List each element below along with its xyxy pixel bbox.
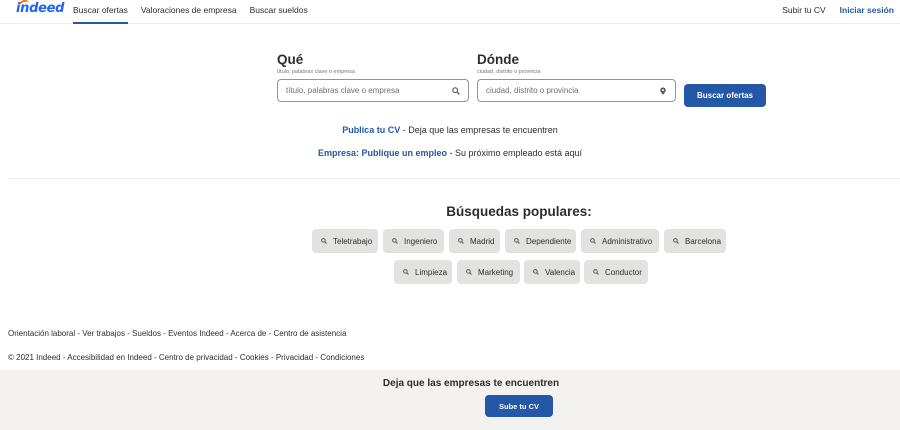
search-jobs-button[interactable]: Buscar ofertas [684, 84, 766, 107]
employer-promo-text: - Su próximo empleado está aquí [446, 148, 583, 158]
chip-label: Conductor [605, 267, 642, 277]
popular-searches-title: Búsquedas populares: [446, 204, 592, 219]
nav-buscar-sueldos[interactable]: Buscar sueldos [250, 0, 308, 24]
popular-chip-teletrabajo[interactable]: Teletrabajo [312, 229, 378, 253]
header-right: Subir tu CV Iniciar sesión [768, 0, 894, 20]
where-title: Dónde [477, 52, 519, 67]
signin-link[interactable]: Iniciar sesión [840, 0, 894, 20]
popular-chip-ingeniero[interactable]: Ingeniero [383, 229, 444, 253]
popular-chip-madrid[interactable]: Madrid [449, 229, 500, 253]
search-icon [466, 269, 472, 275]
nav-valoraciones-empresa[interactable]: Valoraciones de empresa [141, 0, 237, 24]
search-icon [593, 269, 599, 275]
popular-chip-barcelona[interactable]: Barcelona [664, 229, 726, 253]
search-icon [392, 238, 398, 244]
where-input-wrapper [477, 79, 676, 102]
search-icon [533, 269, 539, 275]
popular-chip-administrativo[interactable]: Administrativo [581, 229, 659, 253]
chip-label: Teletrabajo [333, 236, 373, 246]
popular-chip-dependiente[interactable]: Dependiente [505, 229, 576, 253]
where-input[interactable] [478, 80, 675, 101]
indeed-logo[interactable]: indeed [16, 0, 64, 16]
footer-links-primary[interactable]: Orientación laboral - Ver trabajos - Sue… [8, 329, 346, 338]
top-header: indeed Buscar ofertas Valoraciones de em… [0, 0, 900, 24]
post-job-link[interactable]: Empresa: Publique un empleo [318, 148, 447, 158]
nav-buscar-ofertas[interactable]: Buscar ofertas [73, 0, 128, 24]
where-search-block: Dónde ciudad, distrito o provincia [477, 52, 676, 102]
chip-label: Marketing [478, 267, 514, 277]
what-subtitle: título, palabras clave o empresa [277, 69, 355, 75]
location-pin-icon [660, 87, 666, 95]
search-icon [590, 238, 596, 244]
chip-label: Valencia [545, 267, 576, 277]
chip-label: Barcelona [685, 236, 722, 246]
chip-label: Dependiente [526, 236, 572, 246]
search-icon [673, 238, 679, 244]
popular-chip-conductor[interactable]: Conductor [584, 260, 648, 284]
chip-label: Madrid [470, 236, 495, 246]
cta-title: Deja que las empresas te encuentren [382, 378, 560, 389]
search-icon [452, 87, 460, 95]
cv-promo-text: - Deja que las empresas te encuentren [400, 125, 558, 135]
search-icon [321, 238, 327, 244]
section-divider [8, 178, 900, 179]
where-subtitle: ciudad, distrito o provincia [477, 69, 541, 75]
popular-chip-marketing[interactable]: Marketing [457, 260, 520, 284]
what-search-block: Qué título, palabras clave o empresa [277, 52, 469, 102]
what-input-wrapper [277, 79, 469, 102]
chip-label: Administrativo [602, 236, 653, 246]
chip-label: Ingeniero [404, 236, 438, 246]
main-nav: Buscar ofertas Valoraciones de empresa B… [73, 0, 321, 24]
footer-links-legal[interactable]: © 2021 Indeed - Accesibilidad en Indeed … [8, 353, 364, 362]
employer-promo: Empresa: Publique un empleo - Su próximo… [0, 148, 900, 158]
what-input[interactable] [278, 80, 468, 101]
search-icon [514, 238, 520, 244]
publish-cv-link[interactable]: Publica tu CV [342, 125, 400, 135]
upload-cv-link[interactable]: Subir tu CV [782, 0, 825, 20]
what-title: Qué [277, 52, 304, 67]
chip-label: Limpieza [415, 267, 448, 277]
cv-promo: Publica tu CV - Deja que las empresas te… [0, 125, 900, 135]
search-icon [458, 238, 464, 244]
popular-chip-limpieza[interactable]: Limpieza [394, 260, 452, 284]
popular-chip-valencia[interactable]: Valencia [524, 260, 580, 284]
upload-cv-cta-bar: Deja que las empresas te encuentren Sube… [0, 370, 900, 430]
search-icon [403, 269, 409, 275]
upload-cv-button[interactable]: Sube tu CV [485, 395, 553, 417]
